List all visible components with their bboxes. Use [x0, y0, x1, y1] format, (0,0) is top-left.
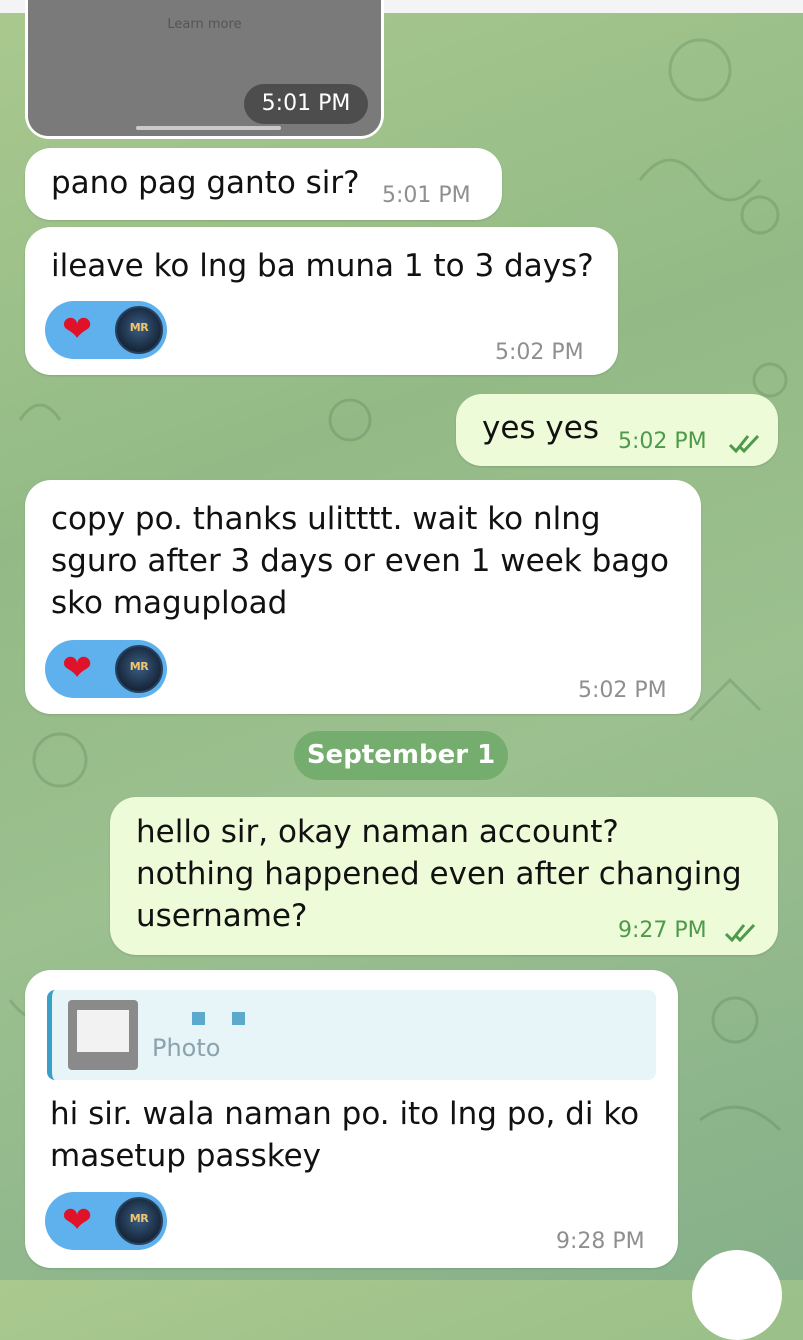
- redacted-name-block: [192, 1012, 205, 1025]
- avatar: MR: [115, 306, 163, 354]
- heart-icon: ❤: [62, 1200, 93, 1241]
- reaction-badge[interactable]: ❤ MR: [45, 1192, 167, 1250]
- avatar: MR: [115, 1197, 163, 1245]
- reaction-badge[interactable]: ❤ MR: [45, 640, 167, 698]
- reply-preview[interactable]: Photo: [47, 990, 656, 1080]
- avatar-label: MR: [129, 1212, 149, 1225]
- scroll-down-button[interactable]: [692, 1250, 782, 1340]
- outgoing-message[interactable]: hello sir, okay naman account? nothing h…: [110, 797, 778, 955]
- reaction-badge[interactable]: ❤ MR: [45, 301, 167, 359]
- media-scroll-indicator: [136, 126, 281, 130]
- incoming-message[interactable]: copy po. thanks ulitttt. wait ko nlng sg…: [25, 480, 701, 714]
- message-text: yes yes: [482, 410, 599, 446]
- message-text: ileave ko lng ba muna 1 to 3 days?: [51, 248, 594, 284]
- incoming-message[interactable]: pano pag ganto sir? 5:01 PM: [25, 148, 502, 220]
- outgoing-message[interactable]: yes yes 5:02 PM: [456, 394, 778, 466]
- message-time: 5:02 PM: [495, 340, 584, 365]
- double-check-icon: [724, 923, 756, 943]
- learn-more-link[interactable]: Learn more: [28, 17, 381, 32]
- reply-photo-thumbnail: [68, 1000, 138, 1070]
- date-separator: September 1: [294, 731, 508, 780]
- reply-type-label: Photo: [152, 1034, 221, 1062]
- avatar: MR: [115, 645, 163, 693]
- message-text: copy po. thanks ulitttt. wait ko nlng sg…: [51, 501, 669, 621]
- message-time: 9:28 PM: [556, 1229, 645, 1254]
- redacted-name-block: [232, 1012, 245, 1025]
- message-time: 5:01 PM: [382, 183, 471, 208]
- double-check-icon: [728, 434, 760, 454]
- message-text: hi sir. wala naman po. ito lng po, di ko…: [50, 1096, 640, 1174]
- avatar-label: MR: [129, 660, 149, 673]
- message-time: 5:02 PM: [618, 429, 707, 454]
- message-text: pano pag ganto sir?: [51, 165, 360, 201]
- media-message[interactable]: Learn more 5:01 PM: [25, 0, 384, 139]
- message-time: 9:27 PM: [618, 918, 707, 943]
- message-time: 5:01 PM: [244, 84, 368, 124]
- heart-icon: ❤: [62, 309, 93, 350]
- incoming-message[interactable]: ileave ko lng ba muna 1 to 3 days? ❤ MR …: [25, 227, 618, 375]
- avatar-label: MR: [129, 321, 149, 334]
- heart-icon: ❤: [62, 648, 93, 689]
- message-time: 5:02 PM: [578, 678, 667, 703]
- reply-photo-sheet: [77, 1010, 129, 1052]
